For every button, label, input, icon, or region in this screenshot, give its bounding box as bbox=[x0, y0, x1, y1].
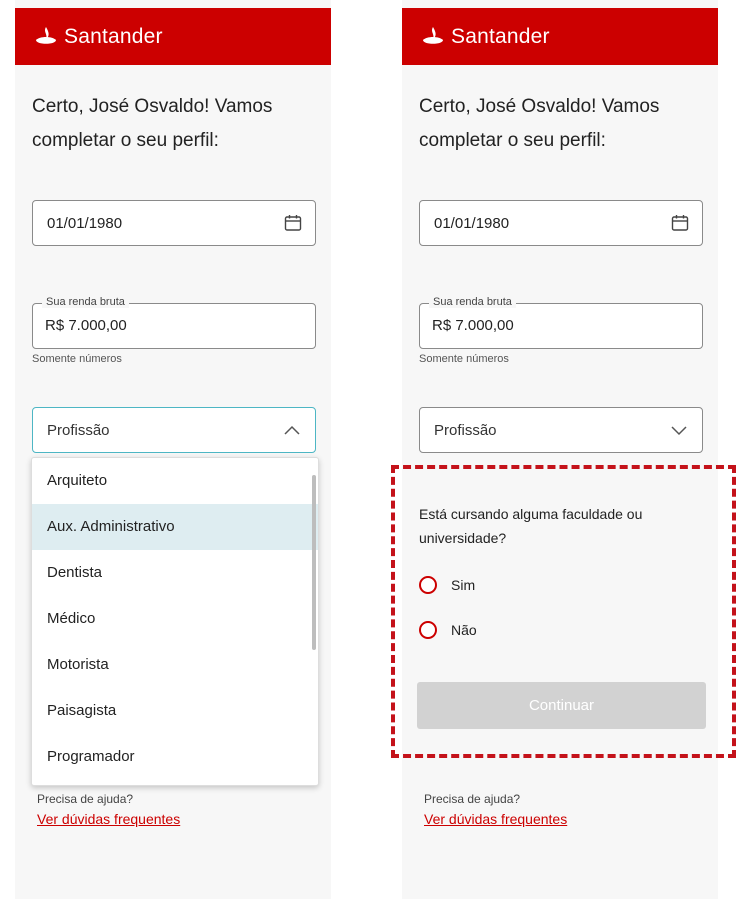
dropdown-item-dentista[interactable]: Dentista bbox=[32, 550, 318, 596]
help-section: Precisa de ajuda? Ver dúvidas frequentes bbox=[424, 792, 567, 827]
page-title: Certo, José Osvaldo! Vamos completar o s… bbox=[32, 96, 273, 151]
app-header: Santander bbox=[15, 8, 331, 65]
dropdown-item-aux-administrativo[interactable]: Aux. Administrativo bbox=[32, 504, 318, 550]
profession-select[interactable]: Profissão bbox=[419, 407, 703, 453]
profession-dropdown: Arquiteto Aux. Administrativo Dentista M… bbox=[31, 457, 319, 786]
santander-flame-icon bbox=[36, 26, 56, 44]
dropdown-item-programador[interactable]: Programador bbox=[32, 734, 318, 780]
dropdown-scrollbar[interactable] bbox=[312, 475, 316, 650]
brand-name: Santander bbox=[64, 24, 163, 48]
page-title: Certo, José Osvaldo! Vamos completar o s… bbox=[419, 96, 660, 151]
screen-right: Santander Certo, José Osvaldo! Vamos com… bbox=[402, 0, 718, 899]
birthdate-field[interactable]: 01/01/1980 bbox=[419, 200, 703, 246]
profession-select[interactable]: Profissão bbox=[32, 407, 316, 453]
income-helper-text: Somente números bbox=[32, 353, 122, 365]
birthdate-value: 01/01/1980 bbox=[47, 214, 123, 232]
income-helper-text: Somente números bbox=[419, 353, 509, 365]
income-label: Sua renda bruta bbox=[429, 296, 516, 308]
chevron-down-icon bbox=[671, 426, 687, 436]
income-value: R$ 7.000,00 bbox=[432, 317, 514, 334]
faq-link[interactable]: Ver dúvidas frequentes bbox=[424, 811, 567, 827]
dropdown-item-paisagista[interactable]: Paisagista bbox=[32, 688, 318, 734]
dropdown-item-medico[interactable]: Médico bbox=[32, 596, 318, 642]
birthdate-field[interactable]: 01/01/1980 bbox=[32, 200, 316, 246]
income-value: R$ 7.000,00 bbox=[45, 317, 127, 334]
app-header: Santander bbox=[402, 8, 718, 65]
santander-flame-icon bbox=[423, 26, 443, 44]
income-field[interactable]: Sua renda bruta R$ 7.000,00 bbox=[32, 296, 316, 349]
calendar-icon[interactable] bbox=[670, 213, 690, 233]
dropdown-item-arquiteto[interactable]: Arquiteto bbox=[32, 458, 318, 504]
chevron-up-icon bbox=[284, 425, 300, 435]
screen-left: Santander Certo, José Osvaldo! Vamos com… bbox=[15, 0, 331, 899]
birthdate-value: 01/01/1980 bbox=[434, 214, 510, 232]
faq-link[interactable]: Ver dúvidas frequentes bbox=[37, 811, 180, 827]
brand-name: Santander bbox=[451, 24, 550, 48]
income-field[interactable]: Sua renda bruta R$ 7.000,00 bbox=[419, 296, 703, 349]
calendar-icon[interactable] bbox=[283, 213, 303, 233]
profession-value: Profissão bbox=[434, 421, 497, 439]
help-section: Precisa de ajuda? Ver dúvidas frequentes bbox=[37, 792, 180, 827]
dropdown-item-motorista[interactable]: Motorista bbox=[32, 642, 318, 688]
help-text: Precisa de ajuda? bbox=[424, 792, 521, 806]
highlight-frame bbox=[391, 465, 736, 758]
income-label: Sua renda bruta bbox=[42, 296, 129, 308]
help-text: Precisa de ajuda? bbox=[37, 792, 134, 806]
profession-value: Profissão bbox=[47, 421, 110, 439]
